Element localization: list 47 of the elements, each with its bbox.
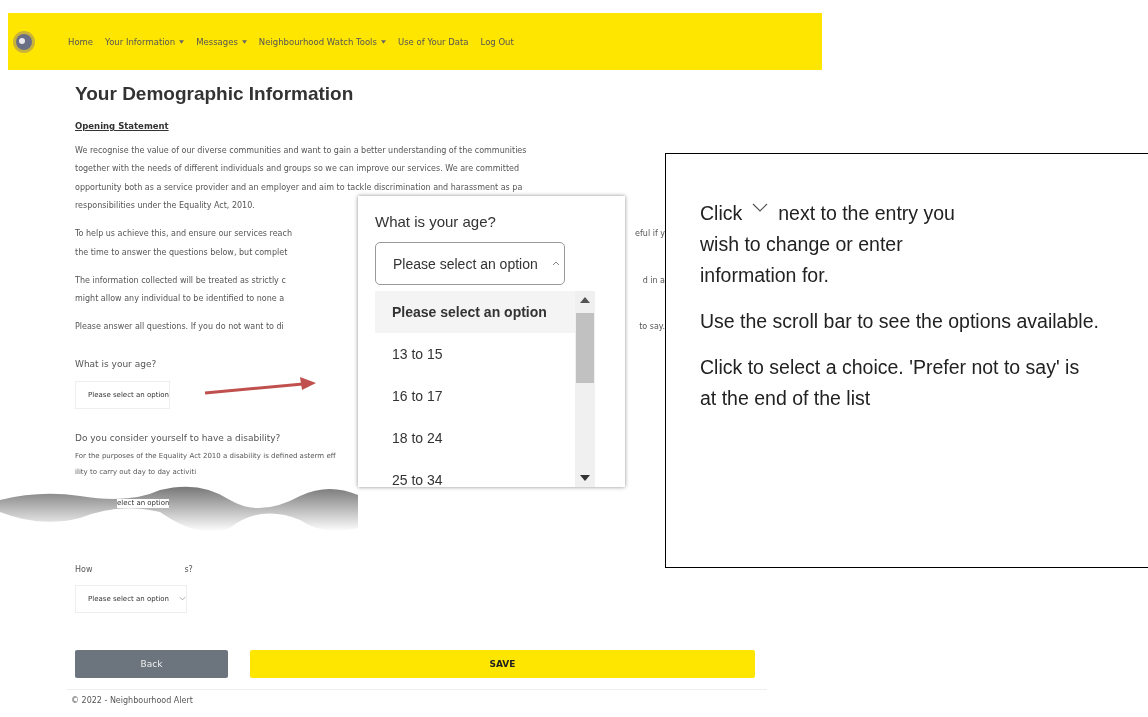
footer-text: © 2022 - Neighbourhood Alert [71, 695, 193, 706]
scrollbar-thumb[interactable] [576, 313, 594, 383]
back-button[interactable]: Back [75, 649, 228, 678]
nav-link[interactable]: Your Information [105, 36, 185, 47]
field-label: What is your age? [375, 213, 497, 230]
paragraph-text: together with the needs of different individuals and groups so we can improve our services. We are committed [75, 163, 520, 175]
logo-icon[interactable] [12, 29, 36, 54]
field-label: What is your age? [75, 358, 157, 370]
callout-text: Use the scroll bar to see the options available. [700, 309, 1100, 334]
paragraph-text: The information collected will be treated as strictly c [75, 274, 286, 287]
nav-link[interactable]: Log Out [480, 36, 514, 47]
option-item[interactable]: 25 to 34 [375, 459, 575, 487]
chevron-down-icon [752, 203, 769, 212]
option-item[interactable]: 18 to 24 [375, 417, 575, 459]
callout-text: Click to select a choice. 'Prefer not to say' is at the end of the list [700, 355, 1081, 411]
age-select[interactable]: Please select an option [375, 242, 565, 285]
field-label: Do you consider yourself to have a disability? [75, 432, 281, 444]
field-label: How [75, 564, 93, 575]
paragraph-text: to say. [639, 321, 665, 333]
section-heading: Opening Statement [75, 121, 169, 132]
chevron-up-icon [551, 261, 560, 266]
paragraph-text: the time to answer the questions below, but complet [75, 246, 288, 259]
callout-text: Click [700, 201, 743, 226]
option-item[interactable]: Please select an option [375, 291, 575, 333]
page-title: Your Demographic Information [75, 83, 355, 105]
paragraph-text: might allow any individual to be identified to none a [75, 293, 285, 305]
nav-link[interactable]: Neighbourhood Watch Tools [258, 36, 386, 47]
paragraph-text: We recognise the value of our diverse communities and want to gain a better understanding of the communities [75, 144, 527, 157]
scrollbar[interactable] [575, 291, 595, 487]
paragraph-text: responsibilities under the Equality Act, 2010. [75, 200, 255, 212]
paragraph-text: opportunity both as a service provider and an employer and aim to tackle discrimination and harassment as pa [75, 181, 523, 194]
paragraph-text: Please answer all questions. If you do not want to di [75, 321, 284, 333]
nav-link[interactable]: Home [68, 36, 94, 47]
option-item[interactable]: 16 to 17 [375, 375, 575, 417]
callout-text: next to the entry you [778, 201, 955, 226]
scroll-down-icon[interactable] [580, 475, 590, 481]
nav-link[interactable]: Use of Your Data [397, 36, 469, 47]
nav-link[interactable]: Messages [196, 36, 247, 47]
paragraph-text: d in a [642, 274, 665, 287]
paragraph-text: eful if y [635, 228, 665, 240]
paragraph-text: To help us achieve this, and ensure our services reach [75, 228, 292, 240]
save-button[interactable]: SAVE [250, 649, 755, 678]
scroll-up-icon[interactable] [580, 297, 590, 303]
callout-text: wish to change or enter information for. [700, 232, 904, 288]
field-label: s? [184, 564, 193, 575]
chevron-down-icon [179, 596, 187, 601]
option-item[interactable]: 13 to 15 [375, 333, 575, 375]
